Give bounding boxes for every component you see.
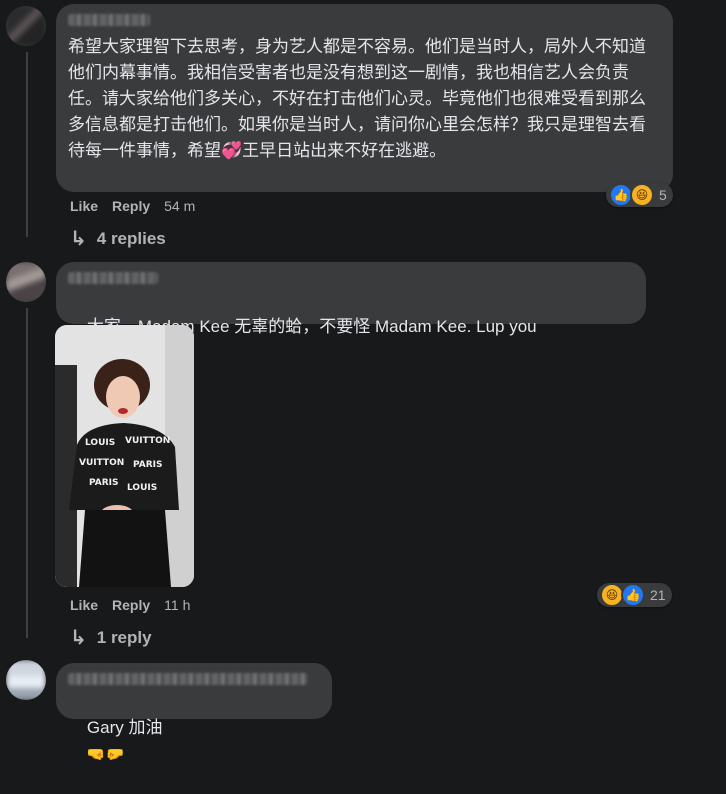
fist-bump-emoji: 🤜🤛: [86, 746, 125, 763]
reaction-count: 5: [659, 187, 667, 203]
svg-text:VUITTON: VUITTON: [125, 436, 170, 446]
reaction-count: 21: [650, 587, 666, 603]
haha-reaction-icon: 😆: [630, 183, 654, 207]
replies-count: 1 reply: [96, 627, 152, 647]
comment-author[interactable]: [68, 14, 150, 26]
svg-text:PARIS: PARIS: [133, 460, 163, 470]
svg-text:LOUIS: LOUIS: [85, 438, 115, 448]
comment-actions: Like Reply 54 m: [70, 198, 209, 214]
svg-text:LOUIS: LOUIS: [127, 483, 157, 493]
reply-button[interactable]: Reply: [112, 597, 150, 613]
thread-line: [26, 308, 28, 638]
comment-bubble: Gary 加油 🤜🤛: [56, 663, 332, 763]
comment-bubble: 大家，Madam Kee 无辜的蛤，不要怪 Madam Kee. Lup you: [56, 262, 646, 361]
reply-arrow-icon: ↳: [70, 228, 87, 250]
like-reaction-icon: 👍: [621, 583, 645, 607]
comment-timestamp[interactable]: 11 h: [164, 597, 190, 613]
like-button[interactable]: Like: [70, 198, 98, 214]
comment-text-row: Gary 加油 🤜🤛: [68, 689, 320, 794]
view-replies-link[interactable]: ↳ 4 replies: [70, 226, 166, 251]
comment-author[interactable]: [68, 673, 308, 685]
svg-text:PARIS: PARIS: [89, 478, 119, 488]
comment-author[interactable]: [68, 272, 158, 284]
like-button[interactable]: Like: [70, 597, 98, 613]
svg-text:VUITTON: VUITTON: [79, 458, 124, 468]
avatar[interactable]: [6, 6, 46, 46]
comment-bubble: 希望大家理智下去思考，身为艺人都是不容易。他们是当时人，局外人不知道他们内幕事情…: [56, 4, 673, 192]
reaction-summary[interactable]: 😆 👍 21: [597, 583, 672, 607]
avatar[interactable]: [6, 660, 46, 700]
comment-text: Gary 加油: [86, 718, 163, 737]
comment-actions: Like Reply 11 h: [70, 597, 204, 613]
avatar[interactable]: [6, 262, 46, 302]
reply-button[interactable]: Reply: [112, 198, 150, 214]
reply-arrow-icon: ↳: [70, 627, 87, 649]
comment-photo[interactable]: LOUIS VUITTON VUITTON PARIS PARIS LOUIS: [55, 325, 194, 587]
replies-count: 4 replies: [96, 228, 166, 248]
comment-timestamp[interactable]: 54 m: [164, 198, 195, 214]
photo-illustration: LOUIS VUITTON VUITTON PARIS PARIS LOUIS: [55, 325, 194, 587]
thread-line: [26, 52, 28, 237]
comment-text: 希望大家理智下去思考，身为艺人都是不容易。他们是当时人，局外人不知道他们内幕事情…: [68, 37, 646, 160]
view-replies-link[interactable]: ↳ 1 reply: [70, 625, 152, 650]
reaction-summary[interactable]: 👍 😆 5: [606, 183, 673, 207]
